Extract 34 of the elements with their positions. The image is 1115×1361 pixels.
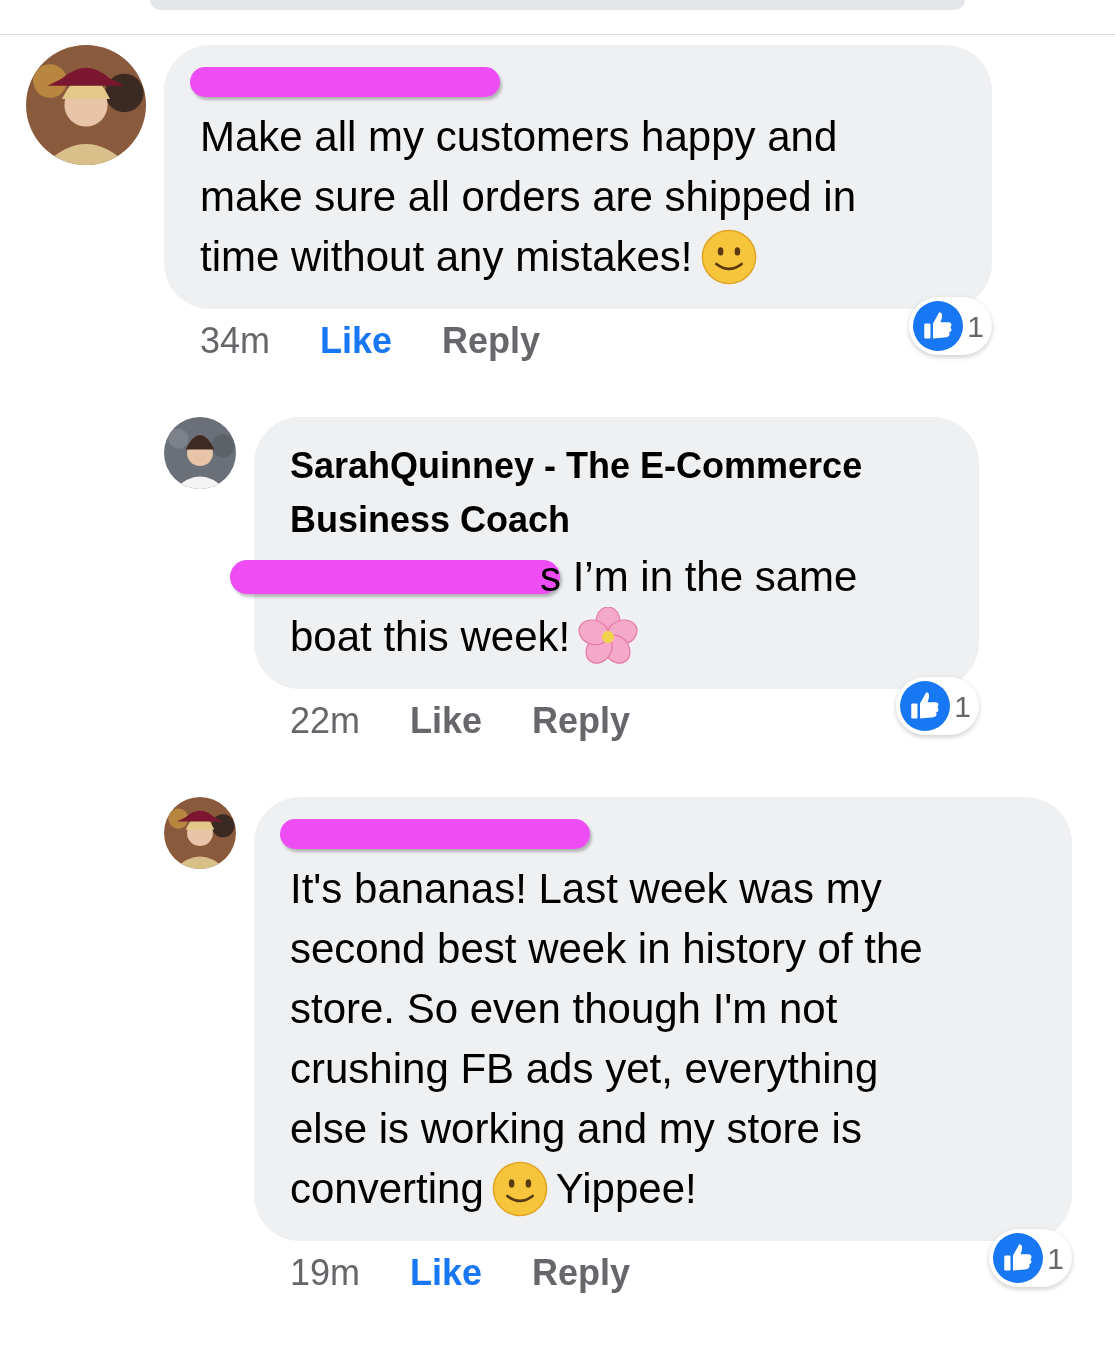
comment-text: else is working and my store is xyxy=(290,1104,862,1154)
comment-text: Make all my customers happy and xyxy=(200,112,838,162)
comment-text: make sure all orders are shipped in xyxy=(200,172,856,222)
reaction-count: 1 xyxy=(954,688,971,725)
smile-emoji-icon xyxy=(700,229,757,285)
comment-text: Yippee! xyxy=(555,1164,697,1214)
comment-text: It's bananas! Last week was my xyxy=(290,864,882,914)
thumbs-up-icon xyxy=(993,1233,1044,1283)
smile-emoji-icon xyxy=(491,1161,548,1217)
reaction-count: 1 xyxy=(967,308,984,345)
comment-text: converting xyxy=(290,1164,484,1214)
comment-time: 19m xyxy=(290,1251,361,1295)
comment-time: 34m xyxy=(200,319,271,363)
thumbs-up-icon xyxy=(900,681,951,731)
comment-text: time without any mistakes! xyxy=(200,232,693,282)
comment-text: boat this week! xyxy=(290,612,571,662)
like-link[interactable]: Like xyxy=(410,697,483,745)
author-name[interactable]: SarahQuinney - The E-Commerce Business Coach xyxy=(290,439,943,547)
comment-text: crushing FB ads yet, everything xyxy=(290,1044,879,1094)
reply-link[interactable]: Reply xyxy=(442,317,541,365)
reaction-badge[interactable]: 1 xyxy=(989,1229,1072,1287)
reply-link[interactable]: Reply xyxy=(532,697,631,745)
comment-text: second best week in history of the xyxy=(290,924,923,974)
like-link[interactable]: Like xyxy=(410,1249,483,1297)
comment-text: store. So even though I'm not xyxy=(290,984,838,1034)
reaction-count: 1 xyxy=(1047,1240,1064,1277)
blossom-emoji-icon xyxy=(578,607,639,667)
thumbs-up-icon xyxy=(913,301,964,351)
reaction-badge[interactable]: 1 xyxy=(896,677,979,735)
comment-text: s I’m in the same xyxy=(540,552,858,602)
like-link[interactable]: Like xyxy=(320,317,393,365)
reaction-badge[interactable]: 1 xyxy=(909,297,992,355)
comment-time: 22m xyxy=(290,699,361,743)
reply-link[interactable]: Reply xyxy=(532,1249,631,1297)
